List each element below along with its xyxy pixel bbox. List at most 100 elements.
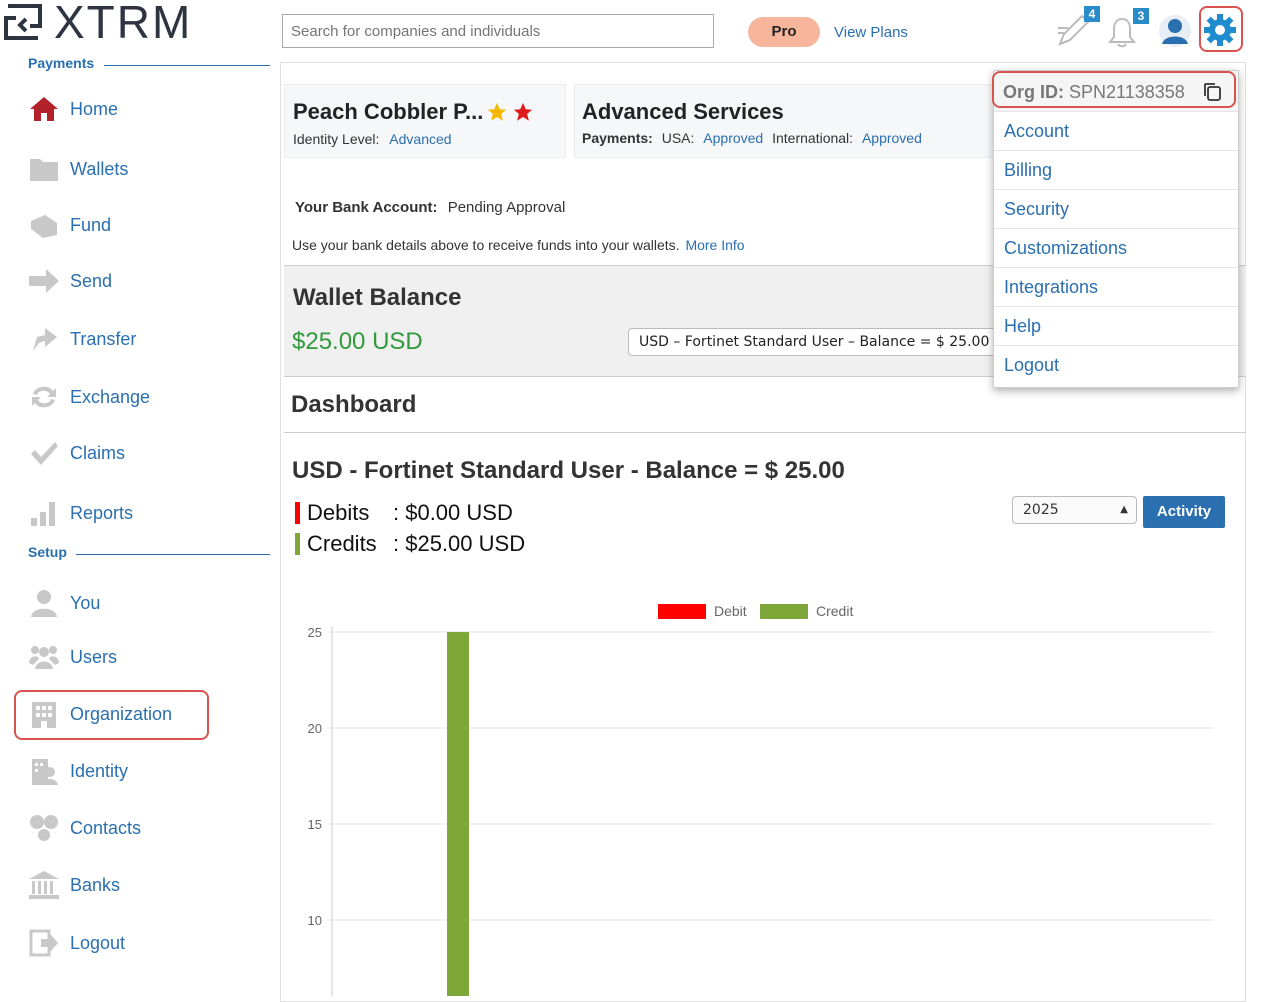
year-select[interactable]: 2025 ▲ (1012, 496, 1137, 524)
star-gold-icon (488, 102, 507, 121)
activity-button[interactable]: Activity (1143, 496, 1225, 528)
sidebar-item-reports[interactable]: Reports (28, 495, 268, 531)
sidebar-item-identity[interactable]: Identity (28, 753, 268, 789)
debits-color-marker (295, 502, 300, 524)
menu-item-billing[interactable]: Billing (1004, 160, 1052, 181)
avatar-icon (1159, 15, 1191, 47)
logo-text: XTRM (54, 0, 193, 48)
pro-badge[interactable]: Pro (748, 17, 820, 47)
legend-swatch-debit (658, 604, 706, 619)
sidebar-item-label: Home (70, 98, 119, 119)
star-red-icon (514, 102, 533, 121)
profile-button[interactable] (1158, 14, 1192, 53)
sidebar-item-claims[interactable]: Claims (28, 435, 268, 471)
person-icon (28, 587, 60, 619)
tasks-count-badge: 4 (1084, 6, 1100, 22)
exchange-icon (28, 381, 60, 413)
menu-item-account[interactable]: Account (1004, 121, 1069, 142)
folder-icon (28, 153, 60, 185)
dashboard-divider (284, 432, 1246, 433)
bank-account-label: Your Bank Account: (295, 199, 438, 216)
year-select-value: 2025 (1023, 502, 1059, 518)
sidebar-item-banks[interactable]: Banks (28, 867, 268, 903)
y-tick-label: 15 (308, 817, 322, 832)
sidebar-item-fund[interactable]: Fund (28, 207, 268, 243)
international-label: International: (772, 130, 854, 146)
international-status-link[interactable]: Approved (862, 130, 922, 146)
dashboard-title: Dashboard (291, 391, 417, 418)
wallet-heading: USD - Fortinet Standard User - Balance =… (292, 457, 845, 484)
sidebar-item-label: Claims (70, 442, 126, 463)
sidebar-item-label: Wallets (70, 158, 129, 179)
sidebar-item-logout[interactable]: Logout (28, 925, 268, 961)
more-info-link[interactable]: More Info (685, 237, 744, 253)
legend-label-credit: Credit (816, 603, 853, 619)
sidebar-item-label: Users (70, 646, 118, 667)
logout-icon (28, 927, 60, 959)
users-icon (28, 641, 60, 673)
menu-item-logout[interactable]: Logout (1004, 355, 1059, 376)
payments-section-label: Payments (28, 55, 95, 71)
sidebar-item-label: Contacts (70, 817, 142, 838)
y-tick-label: 25 (308, 625, 322, 640)
profile-card: Peach Cobbler P... Identity Level: Advan… (284, 84, 566, 158)
xtrm-logo-icon (4, 4, 42, 40)
y-tick-label: 20 (308, 721, 322, 736)
legend-swatch-credit (760, 604, 808, 619)
home-icon (28, 93, 60, 125)
menu-item-help[interactable]: Help (1004, 316, 1041, 337)
sidebar-item-exchange[interactable]: Exchange (28, 379, 268, 415)
payments-status-label: Payments: (582, 130, 653, 146)
view-plans-link[interactable]: View Plans (834, 24, 908, 41)
menu-separator (994, 267, 1238, 268)
transfer-icon (28, 323, 60, 355)
bar-credit (447, 632, 469, 996)
sidebar-item-users[interactable]: Users (28, 639, 268, 675)
payments-divider (104, 65, 270, 66)
send-arrow-icon (28, 265, 60, 297)
sidebar-item-label: Send (70, 270, 113, 291)
credits-value: : $25.00 USD (393, 531, 526, 556)
sidebar-item-label: Identity (70, 760, 129, 781)
services-title: Advanced Services (582, 99, 784, 124)
sidebar-item-send[interactable]: Send (28, 263, 268, 299)
services-card: Advanced Services Payments: USA: Approve… (574, 84, 994, 158)
bank-icon (28, 869, 60, 901)
sidebar-item-transfer[interactable]: Transfer (28, 321, 268, 357)
bank-info-row: Use your bank details above to receive f… (292, 237, 745, 253)
debits-value: : $0.00 USD (393, 500, 513, 525)
sidebar-item-label: Banks (70, 874, 121, 895)
identity-level-link[interactable]: Advanced (389, 131, 451, 147)
org-id-highlight (992, 71, 1236, 108)
sidebar-item-home[interactable]: Home (28, 91, 268, 127)
menu-separator (994, 306, 1238, 307)
identity-icon (28, 755, 60, 787)
menu-separator (994, 189, 1238, 190)
menu-item-integrations[interactable]: Integrations (1004, 277, 1098, 298)
wallet-select[interactable]: USD – Fortinet Standard User – Balance =… (628, 328, 998, 356)
sidebar-item-you[interactable]: You (28, 585, 268, 621)
setup-divider (76, 554, 270, 555)
usa-status-link[interactable]: Approved (703, 130, 763, 146)
menu-separator (994, 228, 1238, 229)
sidebar-item-wallets[interactable]: Wallets (28, 151, 268, 187)
y-tick-label: 10 (308, 913, 322, 928)
menu-item-customizations[interactable]: Customizations (1004, 238, 1127, 259)
credits-color-marker (295, 533, 300, 555)
menu-item-security[interactable]: Security (1004, 199, 1069, 220)
sidebar-item-label: Fund (70, 214, 112, 235)
bar-chart-icon (28, 497, 60, 529)
credits-label: Credits (307, 531, 377, 556)
wallet-balance-amount: $25.00 USD (292, 328, 423, 355)
search-input[interactable] (282, 14, 714, 48)
bank-info-text: Use your bank details above to receive f… (292, 237, 680, 253)
legend-label-debit: Debit (714, 603, 747, 619)
settings-highlight (1199, 6, 1243, 52)
menu-separator (994, 111, 1238, 112)
sidebar-item-label: Reports (70, 502, 134, 523)
bank-account-row: Your Bank Account: Pending Approval (295, 199, 565, 216)
menu-separator (994, 345, 1238, 346)
sidebar-item-contacts[interactable]: Contacts (28, 810, 268, 846)
usa-label: USA: (661, 130, 695, 146)
identity-level-label: Identity Level: (293, 131, 380, 147)
